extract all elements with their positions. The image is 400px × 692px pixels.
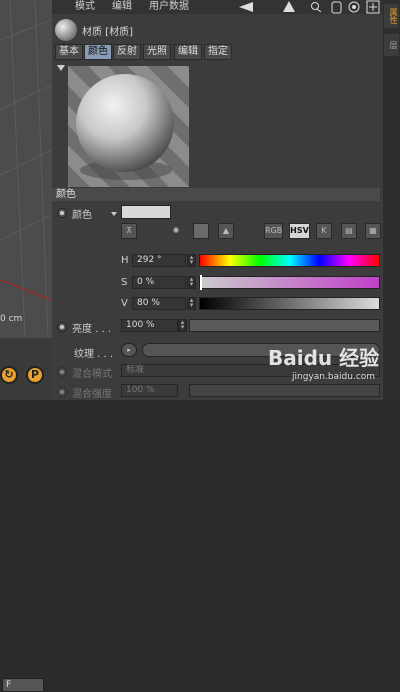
refresh-icon[interactable]: ↻ — [0, 366, 18, 384]
saturation-slider[interactable] — [199, 276, 380, 289]
swatches-icon[interactable]: ▦ — [365, 223, 381, 239]
tab-assign[interactable]: 指定 — [204, 44, 232, 60]
watermark-brand: Baidu 经验 — [268, 346, 380, 370]
color-expand-icon[interactable] — [111, 208, 117, 219]
hsv-mode-button[interactable]: HSV — [289, 223, 310, 239]
brightness-enable-radio[interactable] — [57, 322, 67, 332]
texture-menu-button[interactable]: ▸ — [121, 343, 137, 357]
v-field[interactable]: 80 % — [132, 297, 186, 310]
image-picker-icon[interactable]: ▲ — [218, 223, 234, 239]
viewport-grid — [0, 0, 52, 338]
toolbar — [235, 0, 383, 14]
color-label: 颜色 — [72, 210, 92, 221]
s-field[interactable]: 0 % — [132, 276, 186, 289]
mix-strength-slider[interactable] — [189, 384, 380, 397]
brightness-spinner[interactable]: ▴ ▾ — [178, 319, 187, 332]
side-tab-strip — [383, 0, 400, 400]
arrow-up-icon — [283, 1, 295, 12]
h-label: H — [121, 255, 129, 266]
mix-strength-radio[interactable] — [57, 387, 67, 397]
s-spinner[interactable]: ▴ ▾ — [187, 276, 196, 289]
mix-mode-radio[interactable] — [57, 367, 67, 377]
color-wheel-icon[interactable]: ✺ — [168, 223, 184, 239]
menu-user-data[interactable]: 用户数据 — [149, 0, 189, 14]
h-field[interactable]: 292 ° — [132, 254, 186, 267]
tab-lighting[interactable]: 光照 — [143, 44, 171, 60]
brightness-label: 亮度 . . . — [72, 324, 112, 335]
search-icon — [311, 2, 319, 10]
texture-label: 纹理 . . . — [74, 349, 114, 360]
spectrum-icon[interactable] — [193, 223, 209, 239]
mix-strength-field[interactable]: 100 % — [121, 384, 178, 397]
rgb-mode-button[interactable]: RGB — [264, 223, 283, 239]
arrow-left-icon — [239, 2, 253, 12]
value-slider[interactable] — [199, 297, 380, 310]
eyedropper-icon[interactable]: ⊼ — [121, 223, 137, 239]
side-tab-layers[interactable]: 层 — [384, 34, 399, 56]
v-spinner[interactable]: ▴ ▾ — [187, 297, 196, 310]
object-title: 材质 [材质] — [82, 27, 133, 38]
brightness-field[interactable]: 100 % — [121, 319, 178, 332]
watermark-url: jingyan.baidu.com — [292, 372, 376, 382]
mix-mode-label: 混合模式 — [72, 369, 112, 380]
saturation-handle[interactable] — [200, 275, 202, 290]
menu-mode[interactable]: 模式 — [75, 0, 95, 14]
tab-editor[interactable]: 编辑 — [174, 44, 202, 60]
preview-menu-icon[interactable] — [57, 63, 65, 74]
kelvin-mode-button[interactable]: K — [316, 223, 332, 239]
preview-sphere — [76, 74, 174, 172]
mixer-icon[interactable]: ▤ — [341, 223, 357, 239]
s-label: S — [121, 277, 128, 288]
section-title: 颜色 — [52, 188, 380, 201]
mix-strength-label: 混合强度 — [72, 389, 112, 400]
play-button[interactable]: P — [26, 366, 44, 384]
color-enable-radio[interactable] — [57, 208, 67, 218]
h-spinner[interactable]: ▴ ▾ — [187, 254, 196, 267]
color-swatch[interactable] — [121, 205, 171, 219]
side-tab-attributes[interactable]: 属性 — [384, 4, 399, 28]
brightness-slider[interactable] — [189, 319, 380, 332]
v-label: V — [121, 298, 128, 309]
hue-slider[interactable] — [199, 254, 380, 267]
grid-unit-label: 0 cm — [0, 314, 23, 324]
material-thumbnail — [55, 19, 77, 41]
tab-color[interactable]: 颜色 — [84, 44, 112, 60]
menu-edit[interactable]: 编辑 — [112, 0, 132, 14]
tab-reflection[interactable]: 反射 — [113, 44, 141, 60]
tab-basic[interactable]: 基本 — [55, 44, 83, 60]
watermark-logo: Baidu 经验 — [268, 342, 380, 372]
viewport[interactable]: 0 cm — [0, 0, 52, 338]
lock-icon — [331, 1, 342, 14]
frame-field[interactable]: F — [2, 678, 44, 692]
material-preview[interactable] — [68, 66, 189, 187]
